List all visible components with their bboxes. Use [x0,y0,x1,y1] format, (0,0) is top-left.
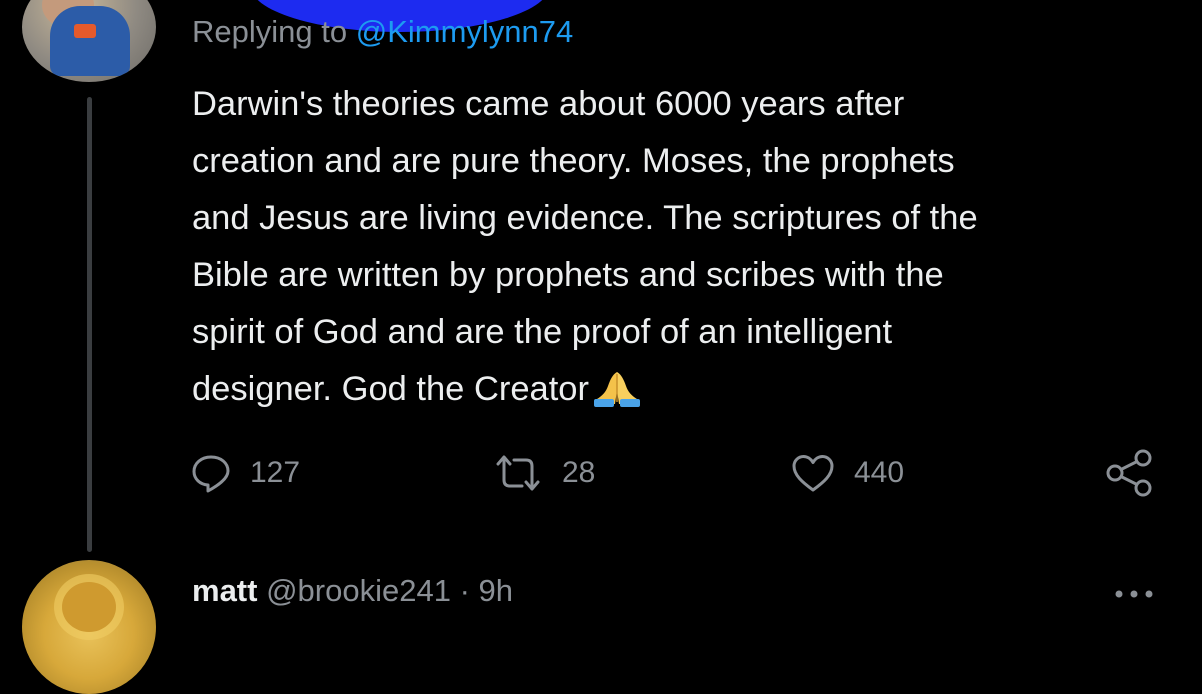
replying-to-handle[interactable]: @Kimmylynn74 [356,14,574,49]
retweet-count: 28 [562,456,596,489]
tweet-time[interactable]: 9h [479,573,513,608]
author-handle[interactable]: @brookie241 [266,573,451,608]
tweet-body: Darwin's theories came about 6000 years … [192,85,978,408]
share-button[interactable] [1104,448,1156,498]
like-count: 440 [854,456,905,489]
tweet-actions: 127 28 440 [0,448,1202,498]
retweet-button[interactable]: 28 [492,448,595,498]
folded-hands-emoji [594,372,640,407]
avatar[interactable] [22,0,156,82]
reply-icon [192,455,230,493]
reply-button[interactable]: 127 [190,448,300,498]
like-icon [792,455,834,492]
share-icon [1106,449,1152,497]
avatar-shirt [50,6,130,76]
author-name[interactable]: matt [192,573,257,608]
replying-to-prefix: Replying to [192,14,348,49]
sun-face-image [62,582,116,632]
next-tweet-header: matt @brookie241 · 9h [192,573,513,609]
avatar-shirt-logo [74,24,96,38]
more-icon[interactable] [1112,587,1156,601]
reply-count: 127 [250,456,301,489]
like-button[interactable]: 440 [790,448,904,498]
replying-to: Replying to @Kimmylynn74 [192,14,573,50]
time-separator: · [459,573,470,608]
next-tweet-avatar[interactable] [22,560,156,694]
retweet-icon [496,455,540,491]
tweet-text: Darwin's theories came about 6000 years … [192,76,1182,418]
